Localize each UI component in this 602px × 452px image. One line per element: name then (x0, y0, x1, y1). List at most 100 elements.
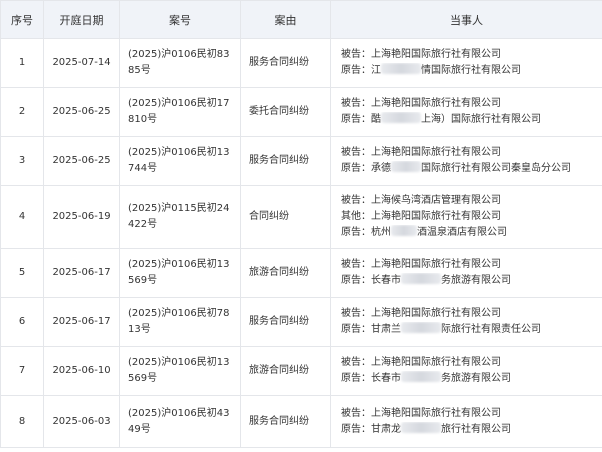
cause-cell: 委托合同纠纷 (240, 87, 331, 137)
redacted-mask (381, 63, 421, 74)
date-cell: 2025-06-25 (43, 87, 120, 137)
cause-cell: 合同纠纷 (240, 185, 331, 249)
header-cause: 案由 (240, 0, 331, 39)
redacted-mask (401, 371, 441, 382)
parties-cell: 被告：上海艳阳国际旅行社有限公司 原告：长春市 务旅游有限公司 (330, 346, 602, 396)
party-line[interactable]: 被告：上海艳阳国际旅行社有限公司 (341, 47, 596, 63)
party-line[interactable]: 原告：酷 上海）国际旅行社有限公司 (341, 112, 596, 128)
party-text: 被告：上海艳阳国际旅行社有限公司 (341, 98, 501, 109)
party-text: 被告：上海艳阳国际旅行社有限公司 (341, 147, 501, 158)
party-line[interactable]: 原告：甘肃兰 际旅行社有限责任公司 (341, 322, 596, 338)
parties-cell: 被告：上海候鸟湾酒店管理有限公司 其他：上海艳阳国际旅行社有限公司 原告：杭州 酒温泉… (330, 185, 602, 249)
case-number-cell[interactable]: (2025)沪0106民初17810号 (119, 87, 241, 137)
party-text-rest: 务旅游有限公司 (441, 373, 511, 384)
party-text: 原告：长春市 (341, 275, 401, 286)
party-line[interactable]: 原告：承德 国际旅行社有限公司秦皇岛分公司 (341, 161, 596, 177)
party-line[interactable]: 原告：江 情国际旅行社有限公司 (341, 63, 596, 79)
case-number-cell[interactable]: (2025)沪0115民初24422号 (119, 185, 241, 249)
cause-cell: 服务合同纠纷 (240, 297, 331, 347)
party-text: 被告：上海艳阳国际旅行社有限公司 (341, 308, 501, 319)
party-line[interactable]: 被告：上海艳阳国际旅行社有限公司 (341, 306, 596, 322)
cause-cell: 服务合同纠纷 (240, 38, 331, 88)
cause-cell: 服务合同纠纷 (240, 136, 331, 186)
parties-cell: 被告：上海艳阳国际旅行社有限公司 原告：长春市 务旅游有限公司 (330, 248, 602, 298)
redacted-mask (391, 161, 421, 172)
date-cell: 2025-06-03 (43, 395, 120, 448)
party-line[interactable]: 原告：长春市 务旅游有限公司 (341, 273, 596, 289)
table-body: 1 2025-07-14 (2025)沪0106民初8385号 服务合同纠纷 被告：上海… (0, 38, 602, 448)
seq-cell: 2 (0, 87, 44, 137)
party-line[interactable]: 被告：上海艳阳国际旅行社有限公司 (341, 355, 596, 371)
party-text-rest: 上海）国际旅行社有限公司 (421, 114, 541, 125)
redacted-mask (381, 112, 421, 123)
party-text-rest: 国际旅行社有限公司秦皇岛分公司 (421, 163, 571, 174)
case-number-cell[interactable]: (2025)沪0106民初7813号 (119, 297, 241, 347)
seq-cell: 8 (0, 395, 44, 448)
parties-cell: 被告：上海艳阳国际旅行社有限公司 原告：江 情国际旅行社有限公司 (330, 38, 602, 88)
header-seq: 序号 (0, 0, 44, 39)
party-text: 其他：上海艳阳国际旅行社有限公司 (341, 211, 501, 222)
date-cell: 2025-07-14 (43, 38, 120, 88)
case-number-cell[interactable]: (2025)沪0106民初13569号 (119, 346, 241, 396)
party-text: 原告：杭州 (341, 227, 391, 238)
court-hearing-table-container: 序号 开庭日期 案号 案由 当事人 1 2025-07-14 (2025)沪0106… (0, 0, 602, 452)
date-cell: 2025-06-19 (43, 185, 120, 249)
party-line[interactable]: 被告：上海艳阳国际旅行社有限公司 (341, 406, 596, 422)
parties-cell: 被告：上海艳阳国际旅行社有限公司原告：甘肃兰 际旅行社有限责任公司 (330, 297, 602, 347)
redacted-mask (401, 322, 441, 333)
party-text: 被告：上海候鸟湾酒店管理有限公司 (341, 195, 501, 206)
party-text-rest: 旅行社有限公司 (441, 423, 511, 435)
party-text-rest: 情国际旅行社有限公司 (421, 65, 521, 76)
party-line[interactable]: 其他：上海艳阳国际旅行社有限公司 (341, 209, 596, 225)
table-row[interactable]: 2 2025-06-25 (2025)沪0106民初17810号 委托合同纠纷 被告：上… (0, 87, 602, 137)
party-text: 被告：上海艳阳国际旅行社有限公司 (341, 407, 501, 419)
seq-cell: 6 (0, 297, 44, 347)
seq-cell: 3 (0, 136, 44, 186)
table-row[interactable]: 4 2025-06-19 (2025)沪0115民初24422号 合同纠纷 被告：上海候… (0, 185, 602, 249)
redacted-mask (391, 225, 417, 236)
parties-cell: 被告：上海艳阳国际旅行社有限公司 原告：甘肃龙 旅行社有限公司 (330, 395, 602, 448)
table-row[interactable]: 3 2025-06-25 (2025)沪0106民初13744号 服务合同纠纷 被告：上… (0, 136, 602, 186)
case-number-cell[interactable]: (2025)沪0106民初8385号 (119, 38, 241, 88)
party-text: 原告：承德 (341, 163, 391, 174)
case-number-cell[interactable]: (2025)沪0106民初13744号 (119, 136, 241, 186)
redacted-mask (401, 273, 441, 284)
table-row[interactable]: 8 2025-06-03 (2025)沪0106民初4349号 服务合同纠纷 被告：上海… (0, 395, 602, 448)
party-text: 原告：长春市 (341, 373, 401, 384)
party-line[interactable]: 原告：甘肃龙 旅行社有限公司 (341, 421, 596, 438)
party-line[interactable]: 被告：上海艳阳国际旅行社有限公司 (341, 145, 596, 161)
seq-cell: 4 (0, 185, 44, 249)
case-number-cell[interactable]: (2025)沪0106民初13569号 (119, 248, 241, 298)
party-line[interactable]: 被告：上海候鸟湾酒店管理有限公司 (341, 193, 596, 209)
table-row[interactable]: 7 2025-06-10 (2025)沪0106民初13569号 旅游合同纠纷 被告：上… (0, 346, 602, 396)
party-line[interactable]: 被告：上海艳阳国际旅行社有限公司 (341, 257, 596, 273)
date-cell: 2025-06-10 (43, 346, 120, 396)
party-text: 原告：酷 (341, 114, 381, 125)
party-text-rest: 际旅行社有限责任公司 (441, 324, 541, 335)
case-number-cell[interactable]: (2025)沪0106民初4349号 (119, 395, 241, 448)
party-text: 原告：甘肃龙 (341, 423, 401, 435)
date-cell: 2025-06-17 (43, 297, 120, 347)
party-line[interactable]: 原告：杭州 酒温泉酒店有限公司 (341, 225, 596, 241)
table-row[interactable]: 1 2025-07-14 (2025)沪0106民初8385号 服务合同纠纷 被告：上海… (0, 38, 602, 88)
date-cell: 2025-06-25 (43, 136, 120, 186)
cause-cell: 服务合同纠纷 (240, 395, 331, 448)
table-header: 序号 开庭日期 案号 案由 当事人 (0, 0, 602, 39)
header-case-no: 案号 (119, 0, 241, 39)
header-date: 开庭日期 (43, 0, 120, 39)
party-text: 被告：上海艳阳国际旅行社有限公司 (341, 259, 501, 270)
header-row: 序号 开庭日期 案号 案由 当事人 (0, 0, 602, 39)
party-text-rest: 务旅游有限公司 (441, 275, 511, 286)
table-row[interactable]: 6 2025-06-17 (2025)沪0106民初7813号 服务合同纠纷 被告：上海… (0, 297, 602, 347)
parties-cell: 被告：上海艳阳国际旅行社有限公司 原告：酷 上海）国际旅行社有限公司 (330, 87, 602, 137)
party-text: 被告：上海艳阳国际旅行社有限公司 (341, 357, 501, 368)
parties-cell: 被告：上海艳阳国际旅行社有限公司 原告：承德 国际旅行社有限公司秦皇岛分公司 (330, 136, 602, 186)
table-row[interactable]: 5 2025-06-17 (2025)沪0106民初13569号 旅游合同纠纷 被告：上… (0, 248, 602, 298)
court-hearing-table: 序号 开庭日期 案号 案由 当事人 1 2025-07-14 (2025)沪0106… (0, 0, 602, 448)
party-text-rest: 酒温泉酒店有限公司 (417, 227, 507, 238)
party-line[interactable]: 原告：长春市 务旅游有限公司 (341, 371, 596, 387)
cause-cell: 旅游合同纠纷 (240, 248, 331, 298)
seq-cell: 1 (0, 38, 44, 88)
party-line[interactable]: 被告：上海艳阳国际旅行社有限公司 (341, 96, 596, 112)
header-parties: 当事人 (330, 0, 602, 39)
